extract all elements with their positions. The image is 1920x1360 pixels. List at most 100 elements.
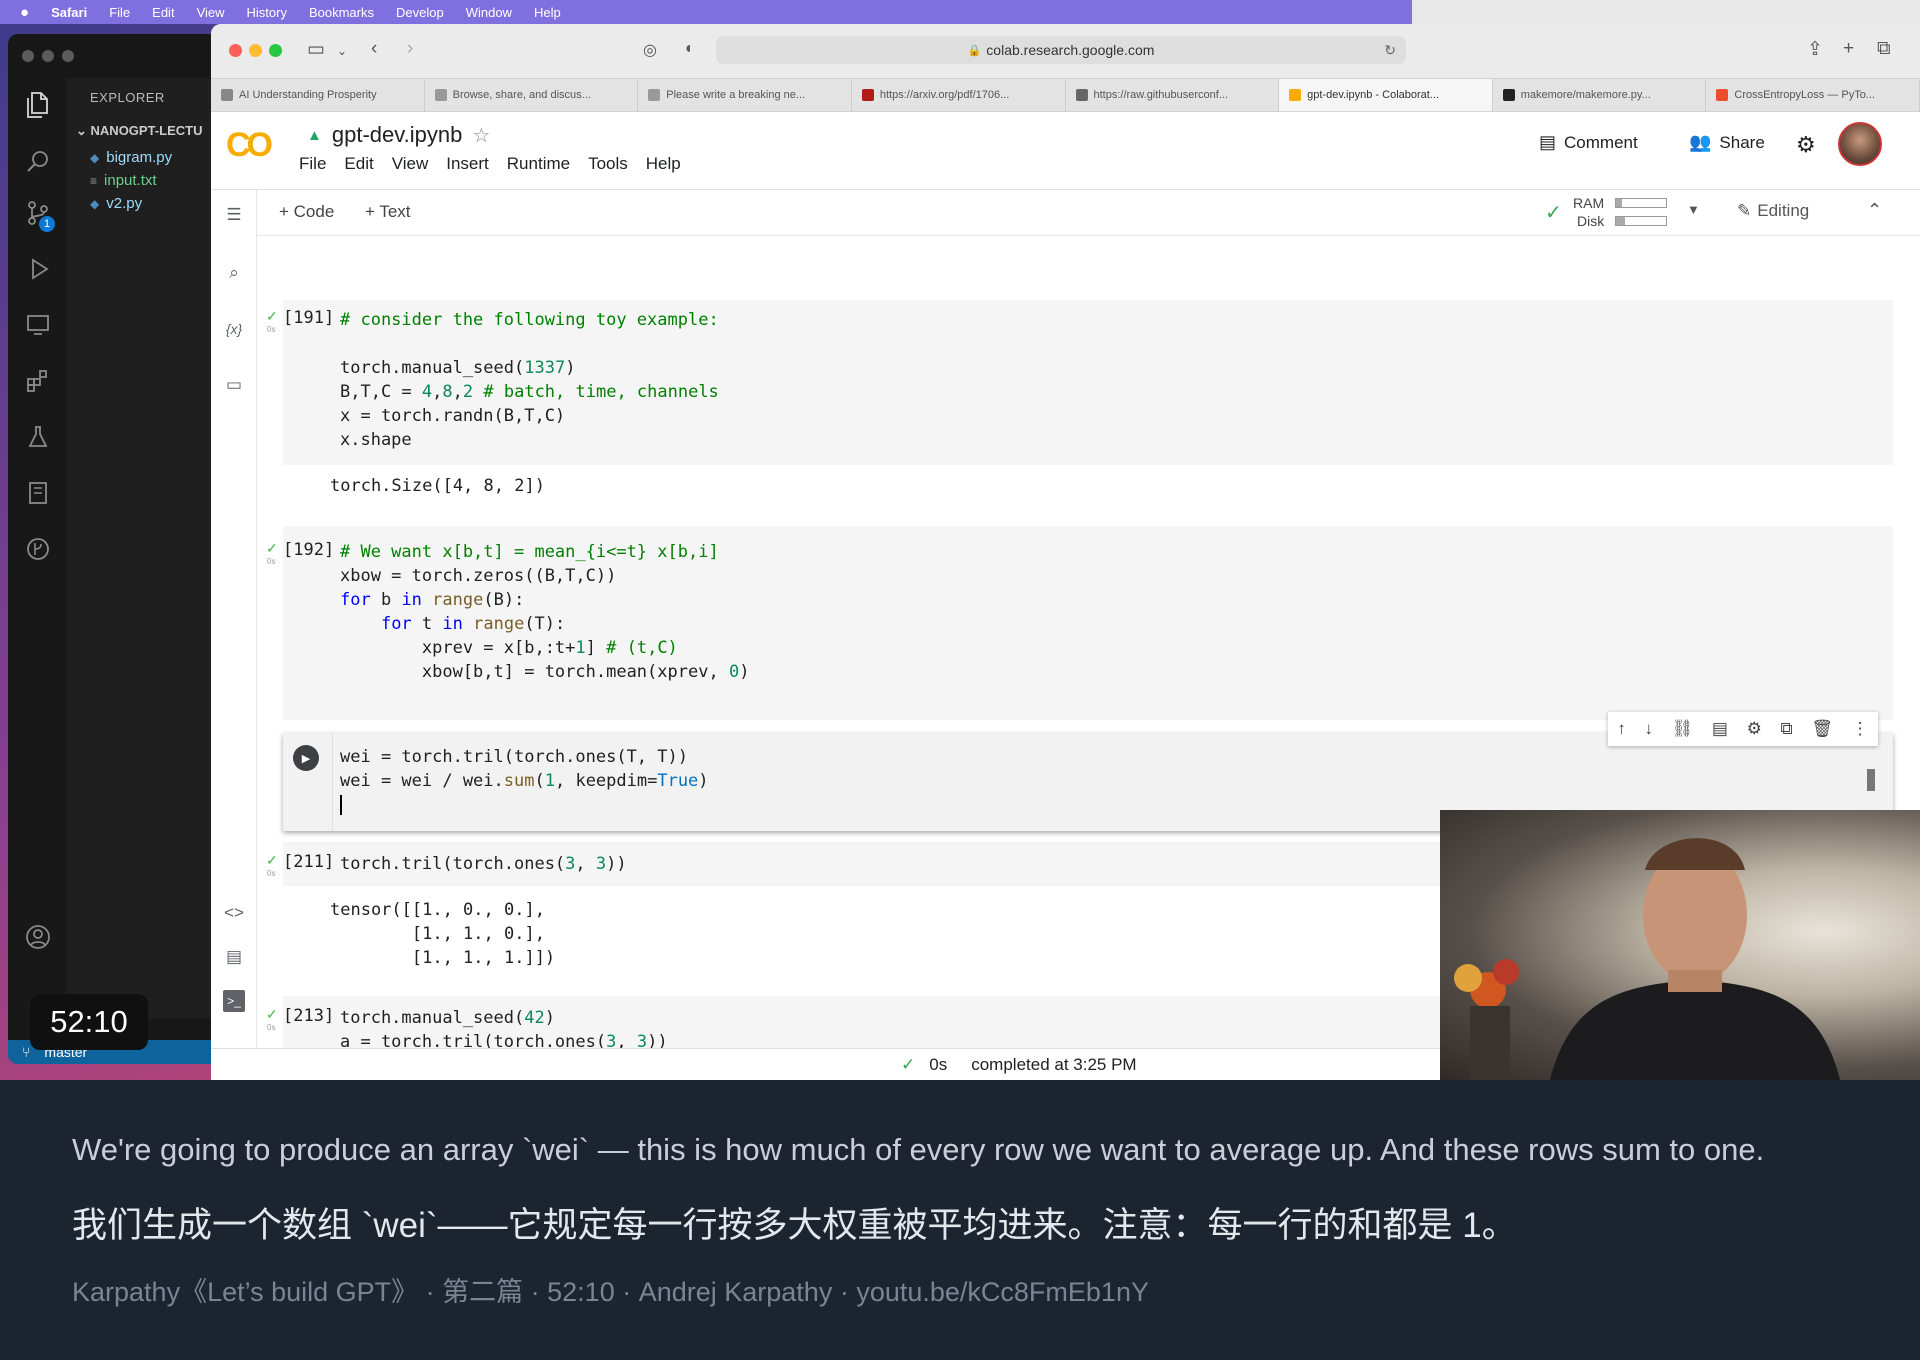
sidebar-toggle-icon[interactable]: ▭ (307, 38, 325, 61)
code-cell-192[interactable]: ✓ 0s [192] # We want x[b,t] = mean_{i<=t… (266, 526, 1893, 720)
editing-button[interactable]: ✎ Editing (1737, 201, 1809, 221)
comment-button[interactable]: ▤ Comment (1539, 132, 1638, 153)
command-palette-icon[interactable]: ▤ (223, 946, 245, 968)
status-duration: 0s (929, 1054, 948, 1074)
forward-icon[interactable]: › (407, 38, 413, 60)
notebook-title[interactable]: gpt-dev.ipynb (332, 122, 462, 148)
code-snippets-icon[interactable]: <> (223, 902, 245, 924)
minimize-button[interactable] (249, 44, 262, 57)
menubar-item-edit[interactable]: Edit (152, 5, 174, 20)
gear-icon[interactable]: ⚙ (1747, 719, 1762, 739)
menubar-item-window[interactable]: Window (466, 5, 512, 20)
video-source: Karpathy《Let’s build GPT》 · 第二篇 · 52:10 … (72, 1277, 1149, 1307)
close-button[interactable] (229, 44, 242, 57)
testing-flask-icon[interactable] (25, 424, 51, 450)
explorer-folder[interactable]: ⌄ NANOGPT-LECTU (66, 105, 213, 139)
new-tab-icon[interactable]: + (1843, 38, 1854, 60)
delete-icon[interactable]: 🗑 (1811, 719, 1833, 739)
cell-code-editor[interactable]: wei = torch.tril(torch.ones(T, T)) wei =… (340, 745, 709, 817)
cell-duration: 0s (267, 325, 276, 334)
explorer-file-bigram[interactable]: ◆ bigram.py (66, 139, 213, 166)
explorer-file-input[interactable]: ≡ input.txt (66, 166, 213, 189)
terminal-icon[interactable]: >_ (223, 990, 245, 1012)
menu-insert[interactable]: Insert (446, 154, 489, 174)
vscode-titlebar (8, 34, 213, 78)
menu-tools[interactable]: Tools (588, 154, 628, 174)
menubar-item-bookmarks[interactable]: Bookmarks (309, 5, 374, 20)
comment-icon: ▤ (1539, 132, 1557, 152)
folder-icon[interactable]: ▭ (223, 374, 245, 396)
menu-view[interactable]: View (392, 154, 429, 174)
resources-dropdown-icon[interactable]: ▼ (1687, 202, 1700, 217)
code-cell-191[interactable]: ✓ 0s [191] # consider the following toy … (266, 300, 1893, 465)
menu-help[interactable]: Help (646, 154, 681, 174)
chevron-down-icon[interactable]: ⌄ (337, 44, 347, 58)
menubar-item-view[interactable]: View (197, 5, 225, 20)
table-of-contents-icon[interactable]: ☰ (223, 204, 245, 226)
back-icon[interactable]: ‹ (371, 38, 377, 60)
remote-explorer-icon[interactable] (25, 312, 51, 338)
star-icon[interactable]: ☆ (472, 123, 490, 148)
privacy-icon[interactable]: ◎ (643, 40, 657, 60)
search-icon[interactable] (25, 148, 51, 174)
close-dot[interactable] (22, 50, 34, 62)
zoom-button[interactable] (269, 44, 282, 57)
menu-edit[interactable]: Edit (344, 154, 373, 174)
browser-tab[interactable]: gpt-dev.ipynb - Colaborat... (1279, 79, 1493, 111)
cell-code[interactable]: # We want x[b,t] = mean_{i<=t} x[b,i] xb… (340, 540, 749, 684)
cell-code[interactable]: torch.tril(torch.ones(3, 3)) (340, 852, 627, 876)
collapse-header-icon[interactable]: ⌃ (1867, 200, 1882, 221)
menu-file[interactable]: File (299, 154, 326, 174)
browser-tab[interactable]: https://raw.githubuserconf... (1066, 79, 1280, 111)
menubar-item-file[interactable]: File (109, 5, 130, 20)
cell-scrollbar[interactable] (1867, 769, 1875, 791)
browser-tab[interactable]: makemore/makemore.py... (1493, 79, 1707, 111)
run-success-icon: ✓ (266, 540, 278, 556)
menu-runtime[interactable]: Runtime (507, 154, 570, 174)
add-code-button[interactable]: + Code (279, 202, 334, 222)
colab-logo[interactable]: CO (226, 126, 273, 165)
browser-tab[interactable]: AI Understanding Prosperity (211, 79, 425, 111)
account-icon[interactable] (25, 924, 51, 950)
search-icon[interactable]: ⌕ (223, 262, 245, 284)
source-control-icon[interactable]: 1 (25, 200, 55, 232)
apple-icon[interactable]: ● (20, 4, 29, 21)
reload-icon[interactable]: ↻ (1384, 42, 1396, 59)
avatar[interactable] (1838, 122, 1882, 166)
move-cell-up-icon[interactable]: ↑ (1617, 719, 1626, 739)
link-icon[interactable]: ⛓ (1672, 719, 1694, 739)
menubar-item-safari[interactable]: Safari (51, 5, 87, 20)
browser-tab[interactable]: Browse, share, and discus... (425, 79, 639, 111)
menubar-item-history[interactable]: History (247, 5, 287, 20)
menubar-item-develop[interactable]: Develop (396, 5, 444, 20)
add-text-button[interactable]: + Text (365, 202, 411, 222)
browser-tab[interactable]: https://arxiv.org/pdf/1706... (852, 79, 1066, 111)
notebook-icon[interactable] (25, 480, 51, 506)
files-icon[interactable] (25, 92, 51, 118)
git-graph-icon[interactable] (25, 536, 51, 562)
run-debug-icon[interactable] (25, 256, 51, 282)
tab-overview-icon[interactable]: ⧉ (1877, 38, 1891, 60)
share-button[interactable]: 👥 Share (1689, 132, 1765, 153)
more-vert-icon[interactable]: ⋮ (1852, 719, 1869, 739)
presenter-image (1454, 838, 1840, 1080)
menubar-item-help[interactable]: Help (534, 5, 561, 20)
disk-label: Disk (1577, 213, 1605, 229)
zoom-dot[interactable] (62, 50, 74, 62)
shield-icon[interactable]: ◐ (685, 40, 695, 58)
ram-label: RAM (1573, 195, 1605, 211)
comment-icon[interactable]: ▤ (1712, 719, 1728, 739)
share-icon[interactable]: ⇪ (1807, 38, 1823, 61)
cell-duration: 0s (267, 1023, 276, 1032)
move-cell-down-icon[interactable]: ↓ (1644, 719, 1653, 739)
browser-tab[interactable]: CrossEntropyLoss — PyTo... (1706, 79, 1920, 111)
mirror-cell-icon[interactable]: ⧉ (1781, 719, 1793, 739)
address-bar[interactable]: 🔒 colab.research.google.com ↻ (716, 36, 1406, 64)
settings-button[interactable]: ⚙ (1796, 132, 1816, 158)
explorer-file-v2[interactable]: ◆ v2.py (66, 189, 213, 212)
variables-icon[interactable]: {x} (223, 318, 245, 340)
extensions-icon[interactable] (25, 368, 51, 394)
cell-code[interactable]: # consider the following toy example: to… (340, 308, 719, 452)
browser-tab[interactable]: Please write a breaking ne... (638, 79, 852, 111)
minimize-dot[interactable] (42, 50, 54, 62)
